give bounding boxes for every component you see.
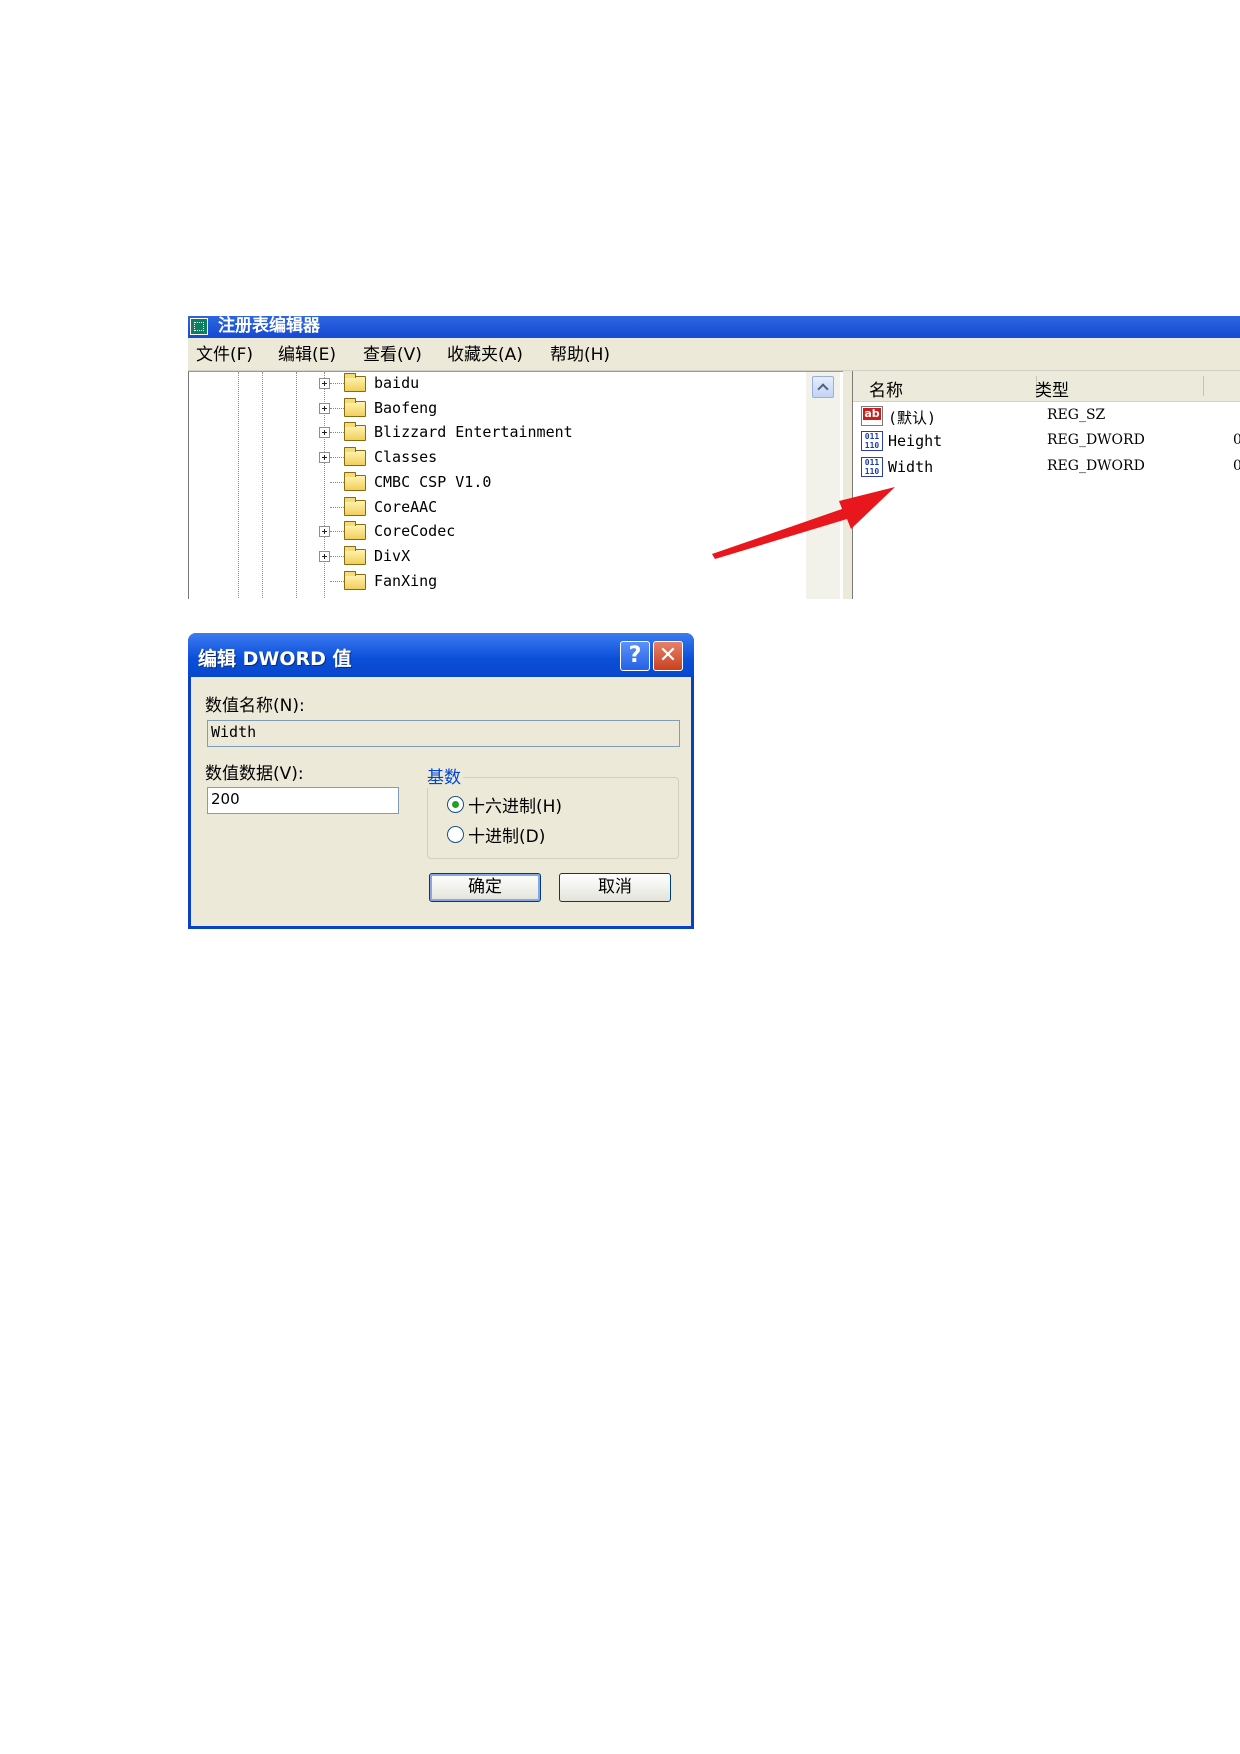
value-row-height[interactable]: 011 110 Height REG_DWORD 0 xyxy=(853,429,1240,454)
value-name: (默认) xyxy=(888,409,937,427)
folder-icon xyxy=(344,422,366,442)
values-list-pane[interactable]: 名称 类型 ab (默认) REG_SZ 011 110 Height REG_D… xyxy=(852,371,1240,599)
tree-item-label: DivX xyxy=(374,546,411,565)
menu-help[interactable]: 帮助(H) xyxy=(550,345,610,365)
folder-icon xyxy=(344,397,366,417)
tree-connector xyxy=(330,432,344,434)
value-data: 0 xyxy=(1233,458,1240,474)
folder-icon xyxy=(344,570,366,590)
column-header-type[interactable]: 类型 xyxy=(1035,376,1069,401)
cancel-button[interactable]: 取消 xyxy=(559,873,671,902)
tree-item-label: Blizzard Entertainment xyxy=(374,423,573,442)
value-data-label: 数值数据(V): xyxy=(205,764,304,784)
folder-icon xyxy=(344,496,366,516)
value-row-width[interactable]: 011 110 Width REG_DWORD 0 xyxy=(853,455,1240,480)
ok-button[interactable]: 确定 xyxy=(429,873,541,902)
regedit-app-icon xyxy=(190,318,208,335)
value-type: REG_DWORD xyxy=(1047,432,1145,448)
tree-item[interactable]: Baofeng xyxy=(189,397,809,421)
value-name-label: 数值名称(N): xyxy=(205,696,305,716)
base-group-title: 基数 xyxy=(425,763,463,788)
menu-bar: 文件(F) 编辑(E) 查看(V) 收藏夹(A) 帮助(H) xyxy=(188,338,1240,371)
tree-item[interactable]: Classes xyxy=(189,446,809,470)
window-title-bar: 注册表编辑器 xyxy=(188,316,1240,338)
dialog-title: 编辑 DWORD 值 xyxy=(198,648,352,670)
dec-radio-label[interactable]: 十进制(D) xyxy=(468,822,545,847)
tree-connector xyxy=(330,580,344,582)
annotation-arrow-icon xyxy=(712,487,895,559)
tree-connector xyxy=(330,383,344,384)
string-value-icon: ab xyxy=(861,406,883,426)
tree-item[interactable]: Blizzard Entertainment xyxy=(189,421,809,445)
folder-icon xyxy=(344,545,366,565)
tree-connector xyxy=(330,457,344,459)
tree-item-label: FanXing xyxy=(374,571,438,590)
expand-plus-icon[interactable] xyxy=(319,550,330,562)
scroll-up-button[interactable] xyxy=(812,376,834,398)
value-data-input[interactable]: 200 xyxy=(207,787,399,814)
expand-plus-icon[interactable] xyxy=(319,526,330,538)
window-title: 注册表编辑器 xyxy=(218,316,320,334)
tree-item-label: baidu xyxy=(374,374,420,392)
folder-icon xyxy=(344,471,366,491)
help-button[interactable]: ? xyxy=(620,641,650,671)
tree-item[interactable]: baidu xyxy=(189,372,809,396)
tree-connector xyxy=(330,481,344,483)
menu-view[interactable]: 查看(V) xyxy=(363,345,422,365)
list-header: 名称 类型 xyxy=(853,371,1240,402)
expand-plus-icon[interactable] xyxy=(319,402,330,414)
hex-radio[interactable] xyxy=(447,796,464,813)
column-header-name[interactable]: 名称 xyxy=(869,376,903,401)
tree-item-label: CoreAAC xyxy=(374,497,438,516)
value-row-default[interactable]: ab (默认) REG_SZ xyxy=(853,404,1240,429)
folder-icon xyxy=(344,521,366,541)
edit-dword-dialog: 编辑 DWORD 值 ? ✕ 数值名称(N): Width 数值数据(V): 2… xyxy=(188,633,694,929)
close-button[interactable]: ✕ xyxy=(653,641,683,671)
value-type: REG_DWORD xyxy=(1047,458,1145,474)
value-name-field[interactable]: Width xyxy=(207,720,680,747)
tree-connector xyxy=(330,407,344,409)
folder-icon xyxy=(344,373,366,392)
tree-connector xyxy=(330,506,344,508)
tree-item-label: CoreCodec xyxy=(374,522,456,541)
value-name: Height xyxy=(888,432,943,450)
folder-icon xyxy=(344,447,366,467)
value-data: 0 xyxy=(1233,432,1240,448)
binary-value-icon: 011 110 xyxy=(861,431,883,451)
menu-favorites[interactable]: 收藏夹(A) xyxy=(447,345,523,365)
dec-radio[interactable] xyxy=(447,826,464,843)
tree-item-label: Classes xyxy=(374,448,438,467)
tree-item[interactable]: FanXing xyxy=(189,570,809,594)
tree-item-label: CMBC CSP V1.0 xyxy=(374,472,492,491)
hex-radio-label[interactable]: 十六进制(H) xyxy=(468,792,562,817)
expand-plus-icon[interactable] xyxy=(319,378,330,389)
tree-connector xyxy=(330,555,344,557)
tree-item-label: Baofeng xyxy=(374,398,438,417)
column-separator[interactable] xyxy=(1203,376,1204,396)
dialog-title-bar: 编辑 DWORD 值 ? ✕ xyxy=(188,633,694,677)
tree-connector xyxy=(330,531,344,533)
menu-file[interactable]: 文件(F) xyxy=(196,345,253,365)
base-groupbox xyxy=(427,777,679,859)
expand-plus-icon[interactable] xyxy=(319,427,330,439)
menu-edit[interactable]: 编辑(E) xyxy=(278,345,336,365)
expand-plus-icon[interactable] xyxy=(319,452,330,464)
value-type: REG_SZ xyxy=(1047,407,1106,423)
